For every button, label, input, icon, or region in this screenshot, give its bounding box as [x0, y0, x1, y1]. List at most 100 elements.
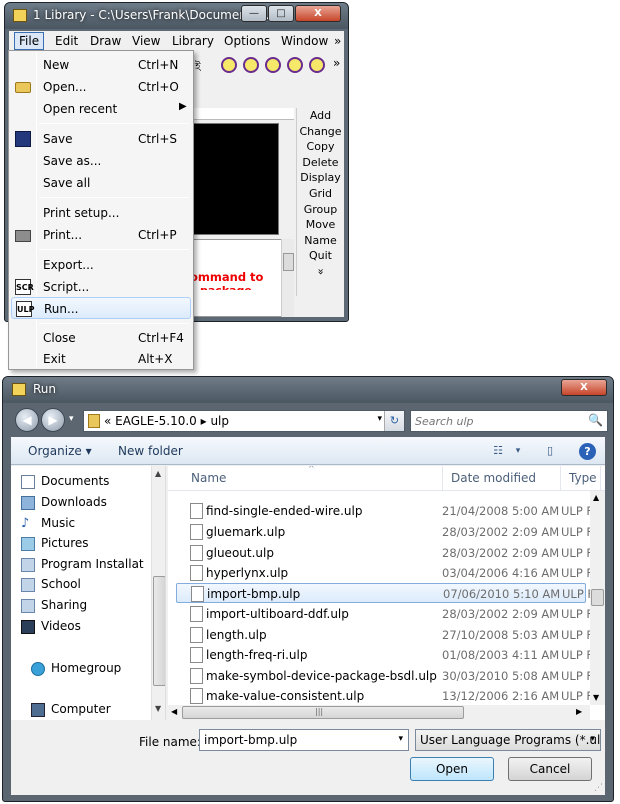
cmd-group[interactable]: Group — [297, 202, 344, 218]
open-button[interactable]: Open — [410, 757, 494, 781]
nav-item-music[interactable]: ♪ Music — [21, 516, 75, 531]
nav-item-homegroup[interactable]: Homegroup — [31, 661, 121, 676]
description-scrollbar[interactable] — [281, 239, 294, 317]
cmd-more-chevron[interactable]: » — [313, 248, 329, 295]
filename-value[interactable]: import-bmp.ulp — [204, 733, 297, 747]
nav-item-downloads[interactable]: Downloads — [21, 495, 107, 510]
cmd-display[interactable]: Display — [297, 170, 344, 186]
chevron-down-icon[interactable]: ▾ — [398, 734, 403, 744]
scroll-up-icon[interactable]: ▲ — [155, 469, 161, 478]
back-button[interactable]: ◀ — [15, 408, 39, 432]
hscroll-thumb[interactable]: ||| — [182, 706, 464, 719]
scroll-down-icon[interactable]: ▼ — [155, 704, 161, 713]
cmd-delete[interactable]: Delete — [297, 155, 344, 171]
nav-item-computer[interactable]: Computer — [31, 702, 111, 717]
menu-item-print-setup[interactable]: Print setup... — [11, 202, 191, 224]
scroll-left-icon[interactable]: ◀ — [171, 707, 177, 716]
table-row[interactable]: length-freq-ri.ulp 01/08/2003 4:11 AM UL… — [176, 645, 595, 665]
nav-item-program-installat[interactable]: Program Installat — [21, 557, 144, 572]
table-row[interactable]: length.ulp 27/10/2008 5:03 AM ULP Fi — [176, 625, 595, 645]
preview-pane-icon[interactable]: ▯ — [541, 442, 559, 460]
menu-item-save-all[interactable]: Save all — [11, 172, 191, 194]
cmd-grid[interactable]: Grid — [297, 186, 344, 202]
zoom-fit-icon[interactable] — [221, 57, 237, 73]
filetype-value[interactable]: User Language Programs (*.ulp — [420, 733, 600, 747]
minimize-button[interactable]: — — [241, 5, 267, 22]
nav-item-sharing[interactable]: Sharing — [21, 598, 87, 613]
menu-item-run[interactable]: ULP Run... — [11, 297, 191, 319]
maximize-button[interactable]: □ — [268, 5, 294, 22]
cancel-button[interactable]: Cancel — [508, 757, 592, 781]
nav-pane-scrollbar[interactable]: ▲ ▼ — [151, 466, 165, 720]
menu-item-print[interactable]: Print... Ctrl+P — [11, 224, 191, 246]
zoom-select-icon[interactable] — [309, 57, 325, 73]
address-bar[interactable]: « EAGLE-5.10.0 ▸ ulp ▾ ↻ — [83, 410, 405, 432]
table-row[interactable]: import-ultiboard-ddf.ulp 28/03/2002 2:09… — [176, 604, 595, 624]
new-folder-button[interactable]: New folder — [118, 444, 183, 458]
run-titlebar[interactable]: Run X — [3, 377, 613, 403]
resize-grip-icon[interactable]: ⋰ — [594, 783, 603, 793]
scroll-down-icon[interactable]: ▼ — [593, 693, 599, 702]
nav-item-pictures[interactable]: Pictures — [21, 536, 89, 551]
zoom-in-icon[interactable] — [243, 57, 259, 73]
table-row[interactable]: make-value-consistent.ulp 13/12/2006 2:1… — [176, 686, 595, 706]
nav-item-documents[interactable]: Documents — [21, 474, 109, 489]
run-close-button[interactable]: X — [561, 379, 607, 396]
close-button[interactable]: X — [295, 5, 341, 22]
menu-item-exit[interactable]: Exit Alt+X — [11, 348, 191, 370]
menu-item-new[interactable]: New Ctrl+N — [11, 54, 191, 76]
scroll-thumb[interactable] — [153, 576, 165, 686]
table-row-selected[interactable]: import-bmp.ulp 07/06/2010 5:10 AM ULP Fi — [176, 583, 596, 603]
filename-input[interactable]: import-bmp.ulp ▾ — [199, 729, 409, 751]
menu-edit[interactable]: Edit — [55, 34, 78, 48]
cmd-add[interactable]: Add — [297, 108, 344, 124]
cmd-name[interactable]: Name — [297, 233, 344, 249]
menu-draw[interactable]: Draw — [90, 34, 121, 48]
library-titlebar[interactable]: 1 Library - C:\Users\Frank\Documents\...… — [5, 3, 348, 29]
view-options-icon[interactable]: ☷ — [489, 442, 507, 460]
menu-item-open[interactable]: Open... Ctrl+O — [11, 76, 191, 98]
menu-window[interactable]: Window — [281, 34, 328, 48]
forward-button[interactable]: ▶ — [41, 408, 65, 432]
toolbar-grid-icon[interactable]: ই — [195, 58, 201, 77]
nav-item-videos[interactable]: Videos — [21, 619, 81, 634]
search-icon[interactable]: 🔍 — [588, 413, 603, 427]
menu-view[interactable]: View — [132, 34, 160, 48]
table-row[interactable]: glueout.ulp 28/03/2002 2:09 AM ULP Fi — [176, 543, 595, 563]
menu-options[interactable]: Options — [224, 34, 270, 48]
zoom-redraw-icon[interactable] — [287, 57, 303, 73]
cmd-move[interactable]: Move — [297, 217, 344, 233]
menu-more-chevron[interactable]: » — [334, 34, 341, 48]
menu-item-close[interactable]: Close Ctrl+F4 — [11, 327, 191, 349]
table-row[interactable]: find-single-ended-wire.ulp 21/04/2008 5:… — [176, 501, 595, 521]
address-path[interactable]: « EAGLE-5.10.0 ▸ ulp — [104, 414, 229, 428]
menu-item-save-as[interactable]: Save as... — [11, 150, 191, 172]
scroll-right-icon[interactable]: ▶ — [576, 707, 582, 716]
chevron-down-icon[interactable]: ▾ — [590, 734, 595, 744]
help-icon[interactable]: ? — [579, 443, 596, 460]
cmd-change[interactable]: Change — [297, 124, 344, 140]
filetype-select[interactable]: User Language Programs (*.ulp ▾ — [415, 729, 601, 751]
view-dropdown-icon[interactable]: ▾ — [509, 442, 527, 460]
zoom-out-icon[interactable] — [265, 57, 281, 73]
scroll-thumb[interactable] — [283, 253, 294, 271]
menu-library[interactable]: Library — [172, 34, 214, 48]
menu-item-save[interactable]: Save Ctrl+S — [11, 128, 191, 150]
refresh-icon[interactable]: ↻ — [384, 411, 404, 431]
file-list-vscrollbar[interactable]: ▲ ▼ — [590, 491, 605, 705]
history-dropdown-icon[interactable]: ▾ — [69, 414, 74, 424]
column-header-date[interactable]: Date modified — [443, 466, 561, 490]
nav-item-school[interactable]: School — [21, 577, 81, 592]
organize-button[interactable]: Organize ▾ — [28, 444, 92, 458]
table-row[interactable]: make-symbol-device-package-bsdl.ulp 30/0… — [176, 666, 595, 686]
menu-item-open-recent[interactable]: Open recent ▶ — [11, 98, 191, 120]
file-list-hscrollbar[interactable]: ◀ ||| ▶ — [168, 705, 590, 720]
menu-item-export[interactable]: Export... — [11, 254, 191, 276]
scroll-up-icon[interactable]: ▲ — [593, 493, 599, 502]
column-header-type[interactable]: Type — [561, 466, 601, 490]
address-dropdown-icon[interactable]: ▾ — [377, 414, 382, 424]
menu-file[interactable]: File — [14, 32, 45, 50]
toolbar-more-chevron[interactable]: » — [333, 56, 340, 70]
table-row[interactable]: gluemark.ulp 28/03/2002 2:09 AM ULP Fi — [176, 522, 595, 542]
scroll-thumb[interactable] — [591, 589, 604, 606]
